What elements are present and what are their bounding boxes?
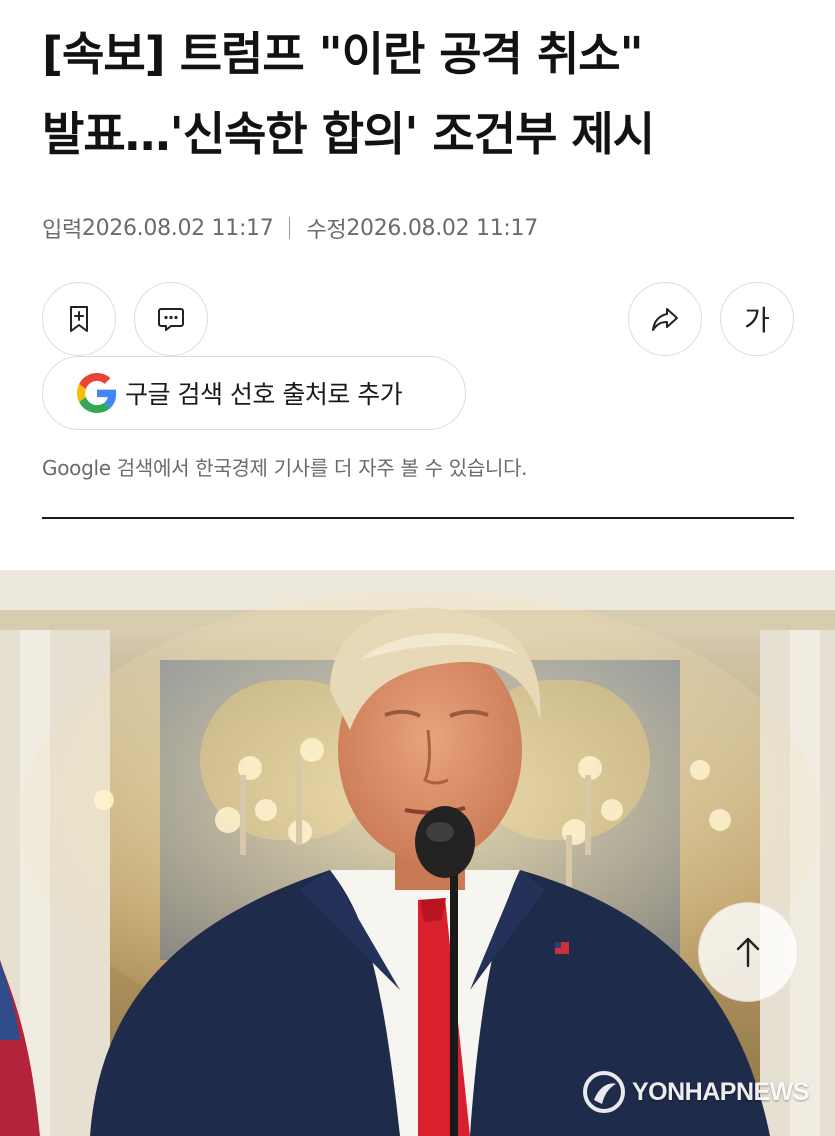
input-label: 입력	[42, 218, 82, 243]
yonhap-watermark: YONHAPNEWS	[582, 1070, 809, 1114]
arrow-up-icon	[736, 937, 760, 968]
input-time: 2026.08.02 11:17	[81, 215, 274, 241]
photo-scene	[0, 570, 835, 1136]
google-preferred-source-button[interactable]: 구글 검색 선호 출처로 추가	[42, 356, 466, 430]
watermark-text: YONHAPNEWS	[632, 1077, 809, 1106]
modified-time: 2026.08.02 11:17	[346, 215, 538, 241]
comment-button[interactable]	[134, 282, 208, 356]
article-timestamps: 입력 2026.08.02 11:17 수정 2026.08.02 11:17	[42, 212, 538, 244]
headline-line-2: 발표…'신속한 합의' 조건부 제시	[42, 107, 655, 161]
yonhap-logo-icon	[583, 1071, 625, 1113]
share-icon	[652, 308, 678, 331]
comment-icon	[158, 308, 184, 331]
google-g-icon	[77, 373, 117, 413]
headline-line-1: [속보] 트럼프 "이란 공격 취소"	[42, 27, 644, 81]
font-size-label: 가	[744, 304, 770, 337]
scroll-to-top-button[interactable]	[698, 902, 798, 1002]
bookmark-plus-icon	[70, 306, 88, 332]
bookmark-button[interactable]	[42, 282, 116, 356]
meta-separator	[289, 217, 291, 239]
article-page: [속보] 트럼프 "이란 공격 취소" 발표…'신속한 합의' 조건부 제시 입…	[0, 0, 835, 1136]
modified-label: 수정	[306, 218, 347, 243]
share-button[interactable]	[628, 282, 702, 356]
google-note: Google 검색에서 한국경제 기사를 더 자주 볼 수 있습니다.	[42, 456, 528, 480]
font-size-button[interactable]: 가	[720, 282, 794, 356]
article-photo: YONHAPNEWS	[0, 570, 835, 1136]
google-button-label: 구글 검색 선호 출처로 추가	[125, 380, 403, 409]
section-divider	[42, 517, 794, 519]
article-headline: [속보] 트럼프 "이란 공격 취소" 발표…'신속한 합의' 조건부 제시	[42, 14, 802, 174]
